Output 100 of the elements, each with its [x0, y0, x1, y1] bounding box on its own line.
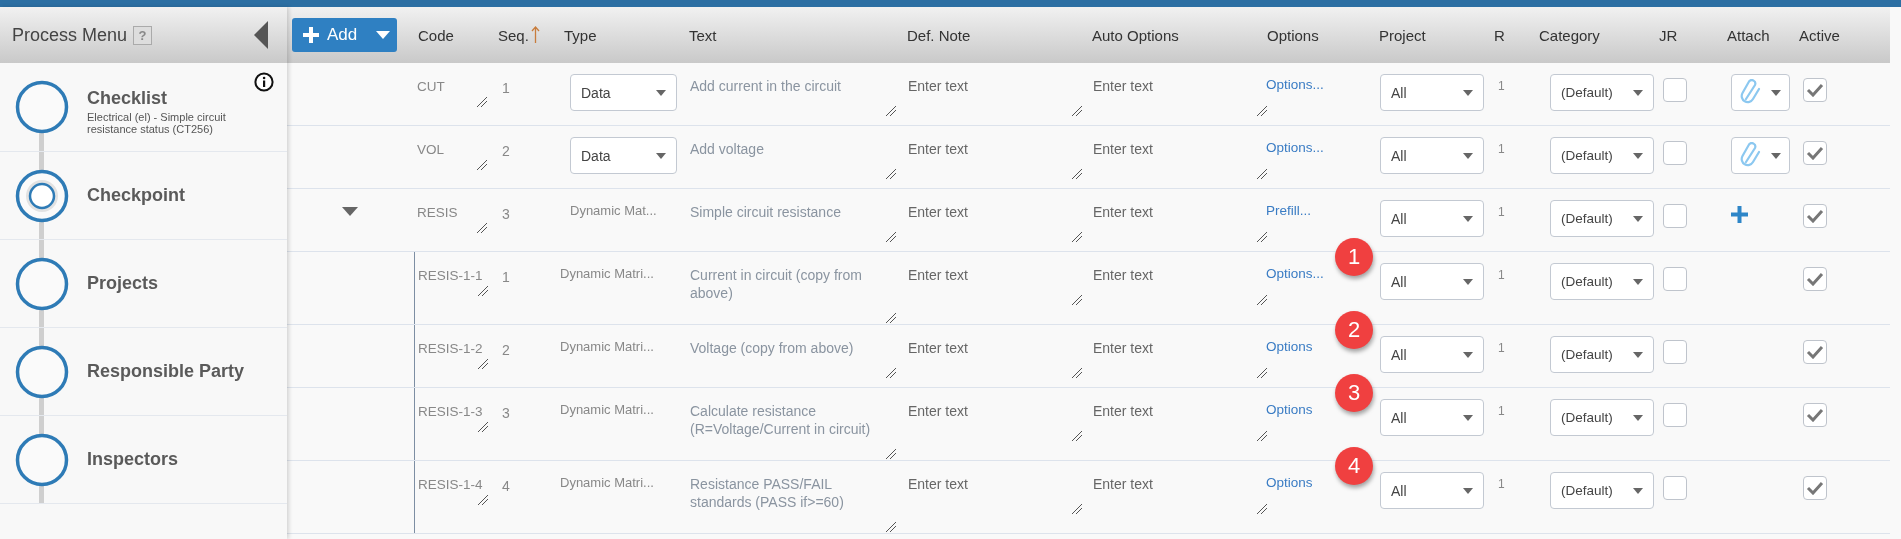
- resize-grip-icon[interactable]: [1071, 503, 1083, 515]
- add-attachment-icon[interactable]: [1731, 206, 1748, 223]
- jr-checkbox[interactable]: [1663, 78, 1687, 102]
- column-header[interactable]: Def. Note: [907, 26, 971, 44]
- resize-grip-icon[interactable]: [885, 312, 897, 324]
- active-checkbox[interactable]: [1803, 340, 1827, 364]
- resize-grip-icon[interactable]: [477, 285, 489, 297]
- resize-grip-icon[interactable]: [885, 105, 897, 117]
- resize-grip-icon[interactable]: [1071, 294, 1083, 306]
- active-checkbox[interactable]: [1803, 476, 1827, 500]
- resize-grip-icon[interactable]: [476, 222, 488, 234]
- code-field[interactable]: RESIS-1-3: [415, 399, 489, 433]
- project-select[interactable]: All: [1380, 200, 1484, 237]
- column-header[interactable]: R: [1494, 26, 1505, 44]
- text-field[interactable]: Current in circuit (copy from above): [685, 263, 897, 324]
- text-field[interactable]: Add voltage: [685, 137, 897, 180]
- code-field[interactable]: RESIS-1-4: [415, 472, 489, 506]
- resize-grip-icon[interactable]: [1256, 231, 1268, 243]
- def-note-field[interactable]: Enter text: [903, 399, 1083, 442]
- jr-checkbox[interactable]: [1663, 476, 1687, 500]
- column-header[interactable]: Auto Options: [1092, 26, 1179, 44]
- resize-grip-icon[interactable]: [477, 494, 489, 506]
- resize-grip-icon[interactable]: [1256, 503, 1268, 515]
- text-field[interactable]: Calculate resistance (R=Voltage/Current in circuit): [685, 399, 897, 460]
- column-header[interactable]: JR: [1659, 26, 1678, 44]
- column-header[interactable]: Attach: [1727, 26, 1770, 44]
- project-select[interactable]: All: [1380, 399, 1484, 436]
- resize-grip-icon[interactable]: [885, 231, 897, 243]
- resize-grip-icon[interactable]: [885, 448, 897, 460]
- project-select[interactable]: All: [1380, 263, 1484, 300]
- expand-caret-icon[interactable]: [342, 207, 358, 216]
- resize-grip-icon[interactable]: [477, 421, 489, 433]
- def-note-field[interactable]: Enter text: [903, 263, 1083, 306]
- resize-grip-icon[interactable]: [1256, 430, 1268, 442]
- active-checkbox[interactable]: [1803, 403, 1827, 427]
- code-field[interactable]: VOL: [414, 137, 488, 171]
- sidebar-item[interactable]: Responsible Party: [0, 328, 287, 416]
- resize-grip-icon[interactable]: [1071, 231, 1083, 243]
- def-note-field[interactable]: Enter text: [903, 74, 1083, 117]
- options-link[interactable]: Options: [1266, 336, 1313, 354]
- jr-checkbox[interactable]: [1663, 204, 1687, 228]
- resize-grip-icon[interactable]: [885, 168, 897, 180]
- resize-grip-icon[interactable]: [477, 358, 489, 370]
- active-checkbox[interactable]: [1803, 204, 1827, 228]
- category-select[interactable]: (Default): [1550, 472, 1654, 509]
- category-select[interactable]: (Default): [1550, 336, 1654, 373]
- def-note-field[interactable]: Enter text: [903, 200, 1083, 243]
- resize-grip-icon[interactable]: [1071, 430, 1083, 442]
- type-select[interactable]: Data: [570, 74, 677, 111]
- category-select[interactable]: (Default): [1550, 137, 1654, 174]
- column-header[interactable]: Active: [1799, 26, 1840, 44]
- resize-grip-icon[interactable]: [1256, 294, 1268, 306]
- sidebar-item[interactable]: Projects: [0, 240, 287, 328]
- column-header[interactable]: Options: [1267, 26, 1319, 44]
- resize-grip-icon[interactable]: [1256, 367, 1268, 379]
- sidebar-item[interactable]: Inspectors: [0, 416, 287, 504]
- project-select[interactable]: All: [1380, 74, 1484, 111]
- category-select[interactable]: (Default): [1550, 263, 1654, 300]
- collapse-icon[interactable]: [254, 21, 268, 49]
- jr-checkbox[interactable]: [1663, 403, 1687, 427]
- column-header[interactable]: Code: [418, 26, 454, 44]
- options-link[interactable]: Options: [1266, 399, 1313, 417]
- resize-grip-icon[interactable]: [1071, 168, 1083, 180]
- resize-grip-icon[interactable]: [1071, 367, 1083, 379]
- text-field[interactable]: Add current in the circuit: [685, 74, 897, 117]
- jr-checkbox[interactable]: [1663, 141, 1687, 165]
- code-field[interactable]: RESIS: [414, 200, 488, 234]
- column-header[interactable]: Type: [564, 26, 597, 44]
- column-header[interactable]: Category: [1539, 26, 1600, 44]
- add-button[interactable]: Add: [292, 18, 370, 52]
- resize-grip-icon[interactable]: [1256, 168, 1268, 180]
- code-field[interactable]: RESIS-1-2: [415, 336, 489, 370]
- options-link[interactable]: Options...: [1266, 137, 1324, 155]
- active-checkbox[interactable]: [1803, 78, 1827, 102]
- resize-grip-icon[interactable]: [1071, 105, 1083, 117]
- resize-grip-icon[interactable]: [1256, 105, 1268, 117]
- type-select[interactable]: Data: [570, 137, 677, 174]
- jr-checkbox[interactable]: [1663, 267, 1687, 291]
- sidebar-item[interactable]: Checkpoint: [0, 152, 287, 240]
- column-header[interactable]: Text: [689, 26, 717, 44]
- resize-grip-icon[interactable]: [885, 521, 897, 533]
- resize-grip-icon[interactable]: [885, 367, 897, 379]
- info-icon[interactable]: [254, 72, 274, 92]
- project-select[interactable]: All: [1380, 137, 1484, 174]
- resize-grip-icon[interactable]: [476, 159, 488, 171]
- def-note-field[interactable]: Enter text: [903, 336, 1083, 379]
- options-link[interactable]: Prefill...: [1266, 200, 1311, 218]
- resize-grip-icon[interactable]: [476, 96, 488, 108]
- column-header[interactable]: Seq.: [498, 26, 529, 44]
- active-checkbox[interactable]: [1803, 141, 1827, 165]
- jr-checkbox[interactable]: [1663, 340, 1687, 364]
- options-link[interactable]: Options...: [1266, 263, 1324, 281]
- options-link[interactable]: Options: [1266, 472, 1313, 490]
- category-select[interactable]: (Default): [1550, 399, 1654, 436]
- text-field[interactable]: Voltage (copy from above): [685, 336, 897, 379]
- text-field[interactable]: Simple circuit resistance: [685, 200, 897, 243]
- sidebar-item[interactable]: Checklist Electrical (el) - Simple circuit resistance status (CT256): [0, 63, 287, 152]
- auto-options-field[interactable]: Enter text: [1088, 200, 1268, 243]
- project-select[interactable]: All: [1380, 336, 1484, 373]
- text-field[interactable]: Resistance PASS/FAIL standards (PASS if>=60): [685, 472, 897, 533]
